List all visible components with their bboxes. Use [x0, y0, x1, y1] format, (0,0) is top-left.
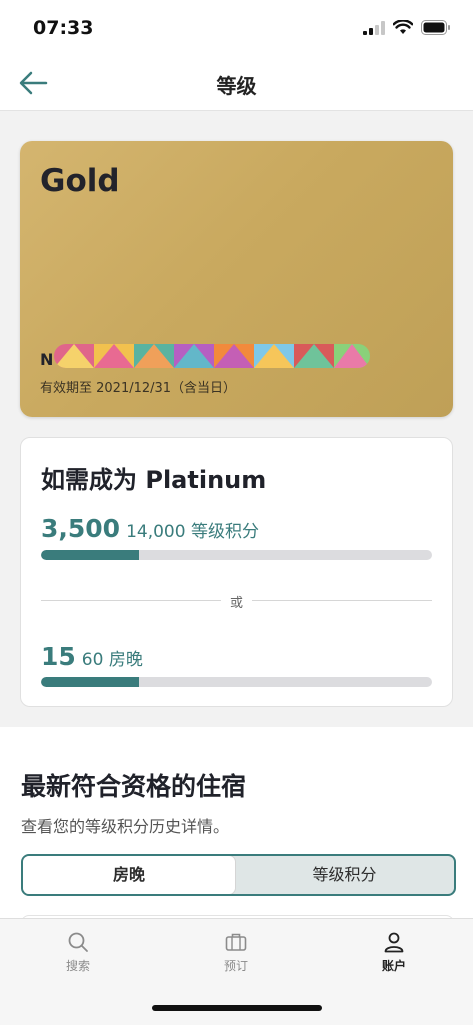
- member-name: N: [40, 350, 54, 369]
- section-title: 最新符合资格的住宿: [21, 772, 247, 801]
- signal-icon: [363, 20, 385, 35]
- membership-card: Gold N 有效期至 2021/12/31（含当日）: [20, 141, 453, 417]
- segment-nights[interactable]: 房晚: [23, 856, 235, 894]
- nights-progress-bar: [41, 677, 432, 687]
- tab-search[interactable]: 搜索: [23, 931, 133, 974]
- status-bar: 07:33: [0, 0, 473, 56]
- nights-current: 15: [41, 642, 76, 671]
- tier-progress-card: 如需成为 Platinum 3,500 14,000 等级积分 或 15 60 …: [20, 437, 453, 707]
- nights-progress-fill: [41, 677, 139, 687]
- section-subtitle: 查看您的等级积分历史详情。: [21, 817, 230, 836]
- person-icon: [384, 932, 404, 953]
- points-current: 3,500: [41, 514, 121, 543]
- tab-bookings[interactable]: 预订: [181, 931, 291, 974]
- wifi-icon: [393, 20, 413, 34]
- battery-icon: [421, 20, 450, 35]
- nights-metric: 15 60 房晚: [41, 642, 143, 671]
- tier-name: Gold: [40, 163, 120, 199]
- tab-account-label: 账户: [381, 959, 406, 973]
- points-progress-bar: [41, 550, 432, 560]
- home-indicator: [152, 1005, 322, 1011]
- tab-search-label: 搜索: [65, 959, 90, 973]
- segmented-control: 房晚 等级积分: [21, 854, 456, 896]
- points-progress-fill: [41, 550, 139, 560]
- qualifying-stays-section: 最新符合资格的住宿 查看您的等级积分历史详情。 房晚 等级积分: [0, 727, 473, 936]
- redacted-member-name: [54, 344, 370, 368]
- points-metric: 3,500 14,000 等级积分: [41, 514, 259, 543]
- nights-target: 60 房晚: [81, 650, 143, 670]
- tab-bookings-label: 预订: [223, 959, 248, 973]
- status-time: 07:33: [33, 17, 94, 39]
- search-icon: [68, 932, 88, 952]
- page-title: 等级: [216, 74, 257, 98]
- validity-date: 有效期至 2021/12/31（含当日）: [40, 381, 237, 396]
- tab-account[interactable]: 账户: [339, 931, 449, 974]
- or-label: 或: [229, 596, 243, 611]
- points-target: 14,000 等级积分: [126, 522, 259, 542]
- progress-title: 如需成为 Platinum: [41, 466, 267, 494]
- or-divider: 或: [41, 592, 432, 611]
- segment-points[interactable]: 等级积分: [235, 856, 454, 894]
- suitcase-icon: [225, 933, 247, 951]
- nav-bar: 等级: [0, 56, 473, 111]
